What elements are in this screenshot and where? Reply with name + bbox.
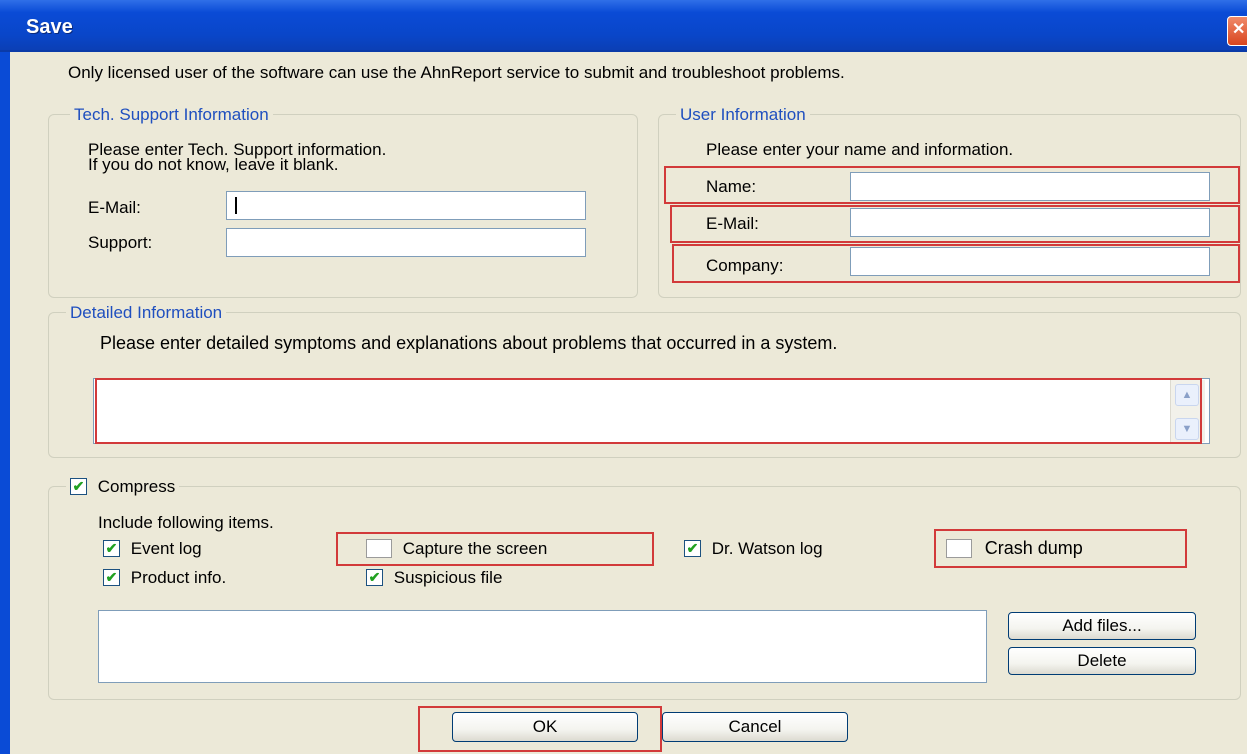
compress-label: Compress	[97, 476, 176, 496]
title-bar: Save ✕	[0, 0, 1247, 52]
tech-support-instruction-2: If you do not know, leave it blank.	[88, 155, 339, 174]
attached-files-list[interactable]	[98, 610, 987, 683]
event-log-option[interactable]: ✔ Event log	[103, 538, 202, 559]
user-email-field[interactable]	[850, 208, 1210, 237]
cancel-button[interactable]: Cancel	[662, 712, 848, 742]
window-left-border	[0, 52, 10, 754]
crash-dump-checkbox[interactable]	[946, 539, 972, 559]
compress-legend[interactable]: ✔ Compress	[66, 476, 180, 496]
capture-screen-checkbox[interactable]	[366, 539, 392, 559]
ok-button[interactable]: OK	[452, 712, 638, 742]
support-field[interactable]	[226, 228, 586, 257]
name-field[interactable]	[850, 172, 1210, 201]
tech-email-label: E-Mail:	[88, 198, 141, 217]
intro-text: Only licensed user of the software can u…	[68, 63, 845, 82]
support-label: Support:	[88, 233, 153, 252]
crash-dump-option[interactable]: Crash dump	[946, 538, 1083, 559]
add-files-button[interactable]: Add files...	[1008, 612, 1196, 640]
company-field[interactable]	[850, 247, 1210, 276]
compress-checkbox[interactable]: ✔	[70, 478, 87, 496]
suspicious-file-option[interactable]: ✔ Suspicious file	[366, 567, 502, 588]
suspicious-file-checkbox[interactable]: ✔	[366, 569, 383, 587]
user-info-legend: User Information	[676, 105, 810, 125]
tech-email-field[interactable]	[226, 191, 586, 220]
detailed-info-instruction: Please enter detailed symptoms and expla…	[100, 333, 838, 353]
user-email-label: E-Mail:	[706, 214, 759, 233]
company-label: Company:	[706, 256, 784, 275]
include-items-label: Include following items.	[98, 513, 274, 532]
detailed-info-legend: Detailed Information	[66, 303, 227, 323]
window-title: Save	[26, 16, 73, 38]
text-cursor	[235, 197, 237, 214]
product-info-checkbox[interactable]: ✔	[103, 569, 120, 587]
user-info-instruction: Please enter your name and information.	[706, 140, 1014, 159]
capture-screen-option[interactable]: Capture the screen	[366, 538, 547, 559]
product-info-option[interactable]: ✔ Product info.	[103, 567, 226, 588]
name-label: Name:	[706, 177, 757, 196]
delete-button[interactable]: Delete	[1008, 647, 1196, 675]
dr-watson-option[interactable]: ✔ Dr. Watson log	[684, 538, 823, 559]
event-log-checkbox[interactable]: ✔	[103, 540, 120, 558]
tech-support-legend: Tech. Support Information	[70, 105, 273, 125]
close-icon[interactable]: ✕	[1227, 16, 1247, 46]
detailed-info-highlight-box	[95, 378, 1202, 444]
dr-watson-checkbox[interactable]: ✔	[684, 540, 701, 558]
